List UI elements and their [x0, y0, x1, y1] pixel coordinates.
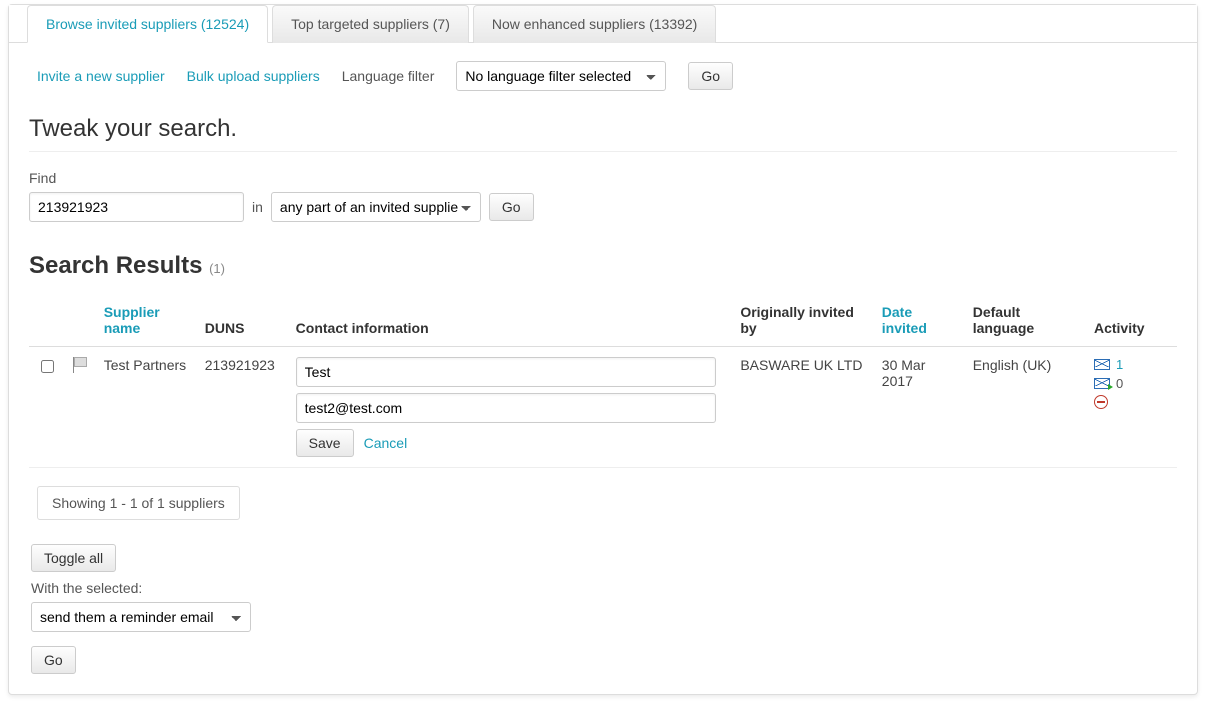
- results-table: Supplier name DUNS Contact information O…: [29, 294, 1177, 468]
- row-checkbox[interactable]: [41, 360, 54, 373]
- with-selected-label: With the selected:: [31, 580, 1177, 596]
- results-heading-text: Search Results: [29, 252, 202, 279]
- cell-supplier-name: Test Partners: [96, 347, 197, 468]
- bulk-action-select[interactable]: send them a reminder email: [31, 602, 251, 632]
- cell-default-language: English (UK): [965, 347, 1086, 468]
- col-supplier-name[interactable]: Supplier name: [96, 294, 197, 347]
- flag-icon[interactable]: [73, 357, 87, 373]
- results-count: (1): [209, 261, 225, 276]
- cell-invited-by: BASWARE UK LTD: [732, 347, 873, 468]
- cancel-link[interactable]: Cancel: [364, 435, 408, 451]
- contact-email-input[interactable]: [296, 393, 716, 423]
- activity-forward-count: 0: [1116, 376, 1123, 391]
- mail-forward-icon[interactable]: [1094, 378, 1110, 389]
- col-invited-by: Originally invited by: [732, 294, 873, 347]
- scope-select[interactable]: any part of an invited supplier: [271, 192, 481, 222]
- col-duns: DUNS: [197, 294, 288, 347]
- mail-icon[interactable]: [1094, 359, 1110, 370]
- invite-link[interactable]: Invite a new supplier: [37, 68, 165, 84]
- col-activity: Activity: [1086, 294, 1177, 347]
- toggle-all-button[interactable]: Toggle all: [31, 544, 116, 572]
- col-default-language: Default language: [965, 294, 1086, 347]
- tab-enhanced[interactable]: Now enhanced suppliers (13392): [473, 5, 716, 43]
- col-date-invited[interactable]: Date invited: [874, 294, 965, 347]
- tab-targeted[interactable]: Top targeted suppliers (7): [272, 5, 469, 43]
- language-filter-go-button[interactable]: Go: [688, 62, 733, 90]
- cell-date-invited: 30 Mar 2017: [874, 347, 965, 468]
- find-go-button[interactable]: Go: [489, 193, 534, 221]
- tab-browse[interactable]: Browse invited suppliers (12524): [27, 5, 268, 43]
- contact-name-input[interactable]: [296, 357, 716, 387]
- tabs-bar: Browse invited suppliers (12524) Top tar…: [9, 5, 1197, 43]
- results-heading: Search Results (1): [29, 252, 1177, 280]
- find-input[interactable]: [29, 192, 244, 222]
- activity-mail-count[interactable]: 1: [1116, 357, 1123, 372]
- tweak-search-heading: Tweak your search.: [29, 115, 1177, 143]
- stop-icon[interactable]: [1094, 395, 1108, 409]
- cell-duns: 213921923: [197, 347, 288, 468]
- bulk-upload-link[interactable]: Bulk upload suppliers: [187, 68, 320, 84]
- bulk-go-button[interactable]: Go: [31, 646, 76, 674]
- language-filter-select[interactable]: No language filter selected: [456, 61, 666, 91]
- col-contact: Contact information: [288, 294, 733, 347]
- find-label: Find: [29, 170, 1177, 186]
- in-label: in: [252, 199, 263, 215]
- table-row: Test Partners 213921923 Save Cancel: [29, 347, 1177, 468]
- save-button[interactable]: Save: [296, 429, 354, 457]
- showing-summary: Showing 1 - 1 of 1 suppliers: [37, 486, 240, 520]
- language-filter-label: Language filter: [342, 68, 435, 84]
